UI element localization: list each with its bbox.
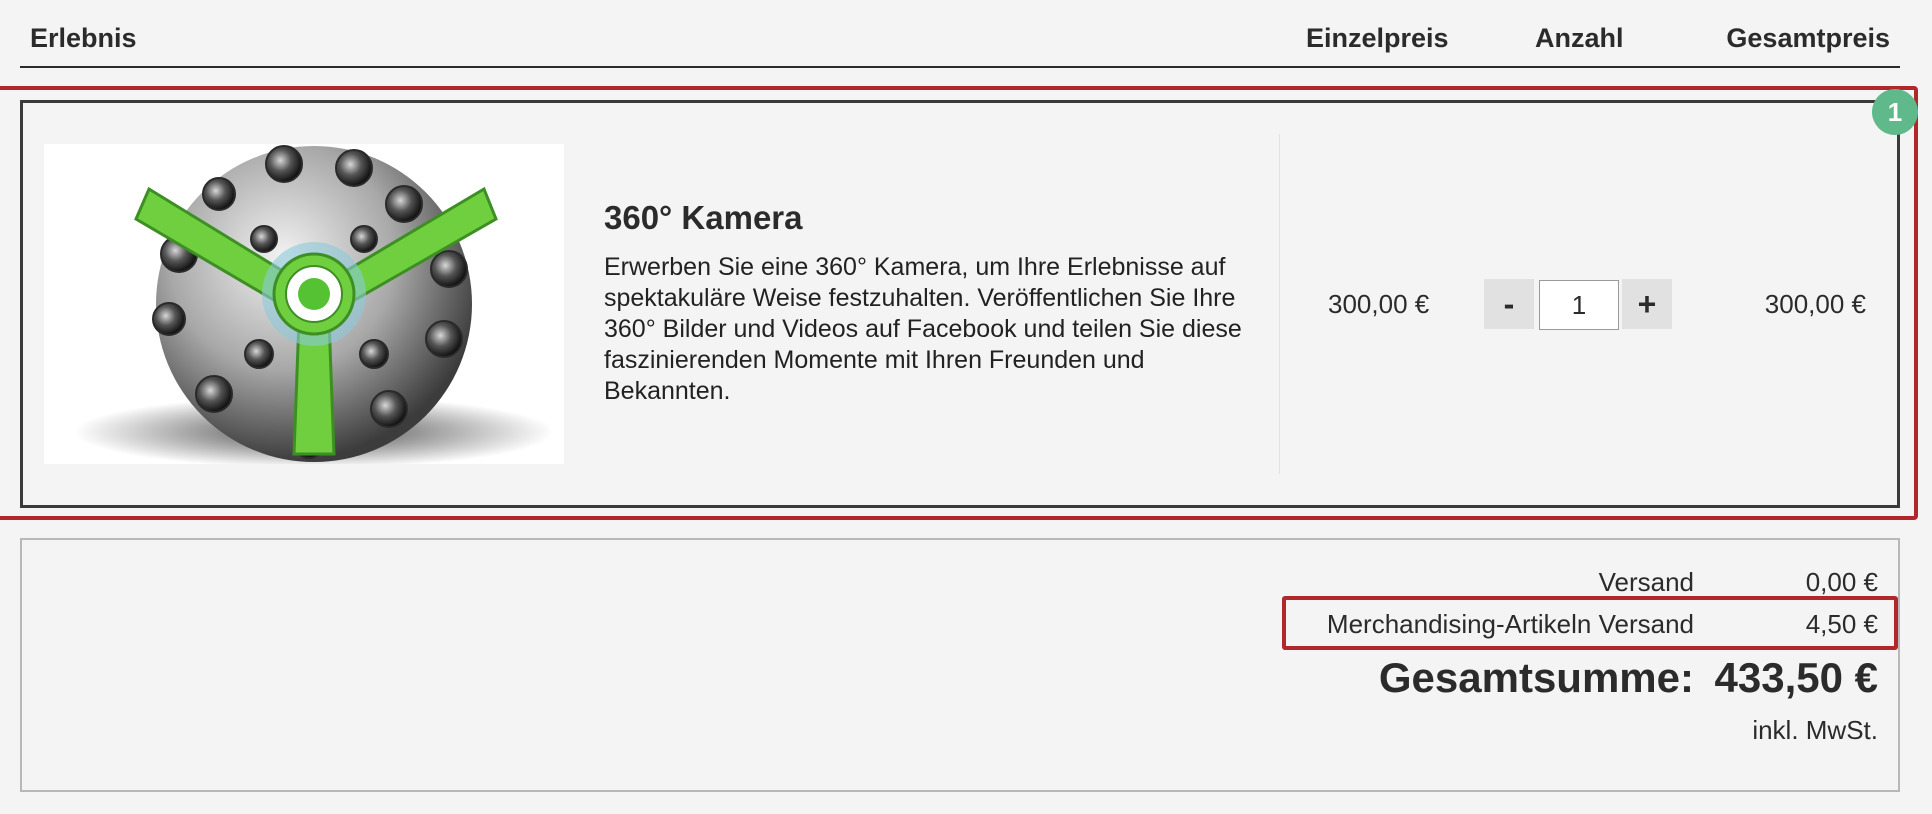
grand-total-label: Gesamtsumme: [1378,654,1694,701]
decrease-quantity-button[interactable]: - [1484,279,1534,329]
item-total-price: 300,00 € [1764,289,1866,319]
quantity-input[interactable] [1539,280,1619,330]
annotation-badge: 1 [1872,89,1918,135]
360-camera-ball-image [74,145,554,464]
column-header-quantity: Anzahl [1535,23,1624,53]
column-header-total: Gesamtpreis [1726,23,1890,53]
column-divider [1279,134,1280,474]
product-image[interactable] [44,144,564,464]
merch-shipping-label: Merchandising-Artikeln Versand [1326,609,1694,639]
vat-note: inkl. MwSt. [1752,715,1878,745]
cart-table-header: Erlebnis Einzelpreis Anzahl Gesamtpreis [20,0,1900,68]
shipping-value: 0,00 € [1805,567,1878,597]
increase-quantity-button[interactable]: + [1622,279,1672,329]
grand-total-value: 433,50 € [1714,654,1879,701]
product-title[interactable]: 360° Kamera [604,198,803,238]
unit-price: 300,00 € [1328,289,1430,319]
merch-shipping-value: 4,50 € [1805,609,1878,639]
shipping-label: Versand [1598,567,1694,597]
column-header-item: Erlebnis [30,23,137,53]
column-header-unit-price: Einzelpreis [1306,23,1449,53]
product-description: Erwerben Sie eine 360° Kamera, um Ihre E… [604,253,1242,405]
